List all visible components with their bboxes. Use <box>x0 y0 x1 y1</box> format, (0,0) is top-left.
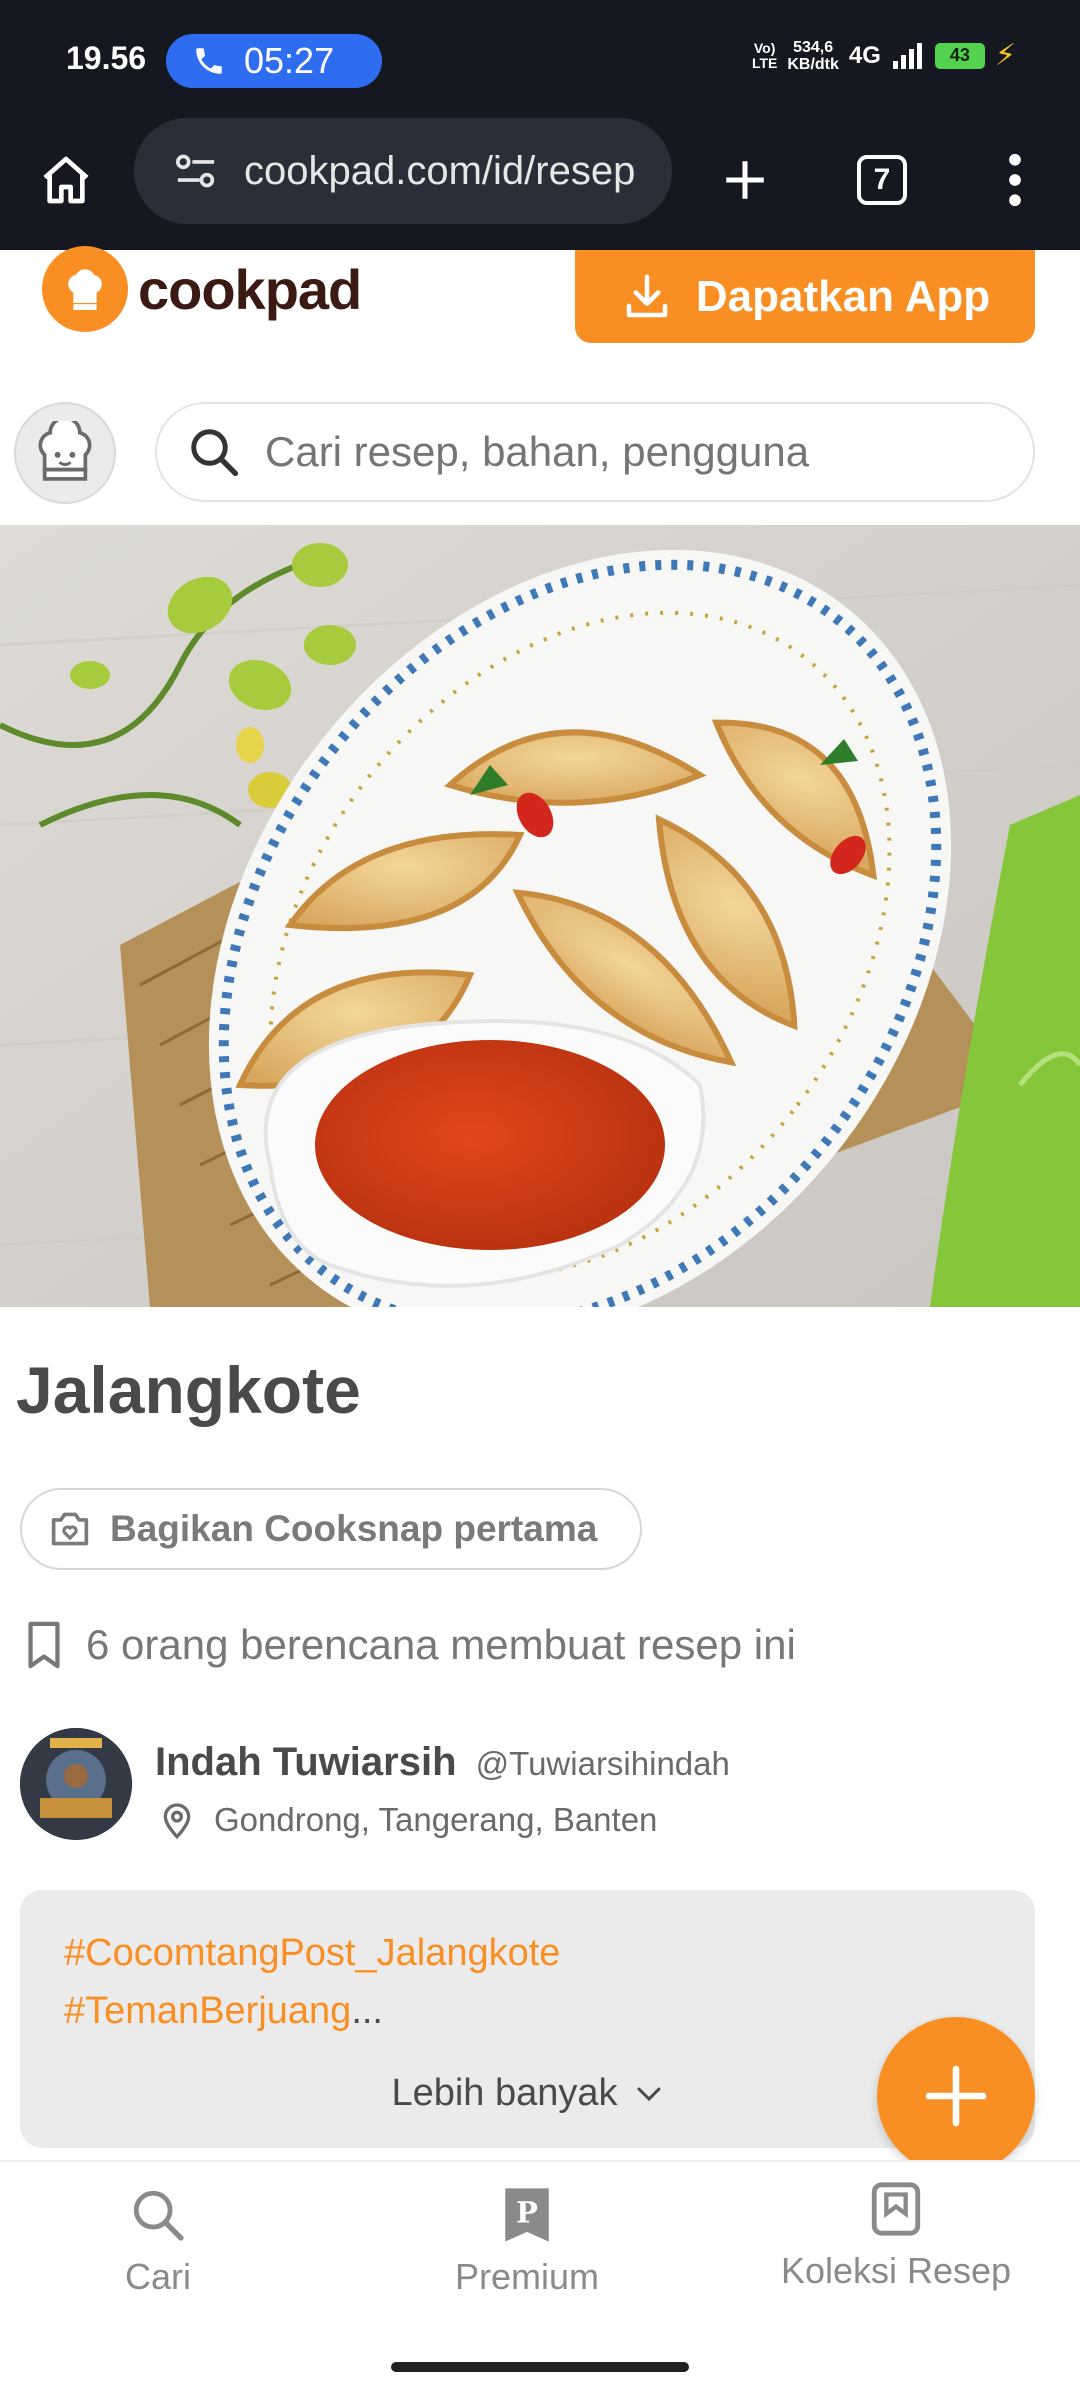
phone-icon <box>196 48 222 74</box>
collection-icon <box>871 2182 921 2236</box>
network-speed-value: 534,6 <box>793 38 834 56</box>
author-name-row[interactable]: Indah Tuwiarsih @Tuwiarsihindah <box>155 1740 730 1785</box>
tab-switcher-button[interactable]: 7 <box>840 140 924 220</box>
chef-hat-icon <box>42 246 128 332</box>
chef-avatar-icon <box>38 421 92 481</box>
ongoing-call-chip[interactable]: 05:27 <box>166 34 382 88</box>
browser-menu-button[interactable] <box>980 140 1050 220</box>
premium-icon: P <box>505 2188 549 2242</box>
get-app-button[interactable]: Dapatkan App <box>575 250 1035 343</box>
nav-item-premium[interactable]: P Premium <box>377 2186 677 2298</box>
charging-icon: ⚡ <box>994 39 1016 72</box>
show-more-label: Lebih banyak <box>391 2072 618 2114</box>
home-button[interactable] <box>30 140 102 220</box>
new-tab-button[interactable] <box>708 140 782 220</box>
status-bar: 19.56 05:27 Vo) LTE 534,6 KB/dtk 4G 43 ⚡ <box>0 0 1080 120</box>
nav-item-label: Koleksi Resep <box>780 2250 1012 2291</box>
brand-name: cookpad <box>138 257 362 321</box>
volte-indicator: Vo) LTE <box>751 39 778 71</box>
gesture-home-indicator[interactable] <box>391 2362 689 2372</box>
hashtag-link[interactable]: #TemanBerjuang <box>64 1990 351 2032</box>
cooksnap-camera-icon <box>51 1512 89 1546</box>
download-icon <box>626 274 668 317</box>
author-avatar[interactable] <box>20 1728 132 1840</box>
signal-icon <box>892 42 922 69</box>
get-app-label: Dapatkan App <box>695 271 991 321</box>
more-vert-icon <box>1009 153 1021 207</box>
tab-count: 7 <box>857 155 907 205</box>
recipe-photo[interactable] <box>0 525 1080 1307</box>
author-location-text: Gondrong, Tangerang, Banten <box>214 1801 658 1838</box>
search-placeholder: Cari resep, bahan, pengguna <box>265 428 810 475</box>
truncation-ellipsis: ... <box>351 1990 383 2032</box>
status-icons: Vo) LTE 534,6 KB/dtk 4G 43 ⚡ <box>752 38 1016 73</box>
cookpad-logo[interactable]: cookpad <box>42 246 362 332</box>
share-cooksnap-label: Bagikan Cooksnap pertama <box>110 1508 598 1549</box>
recipe-title: Jalangkote <box>16 1353 361 1427</box>
author-name: Indah Tuwiarsih <box>155 1740 457 1784</box>
plus-icon <box>925 2065 987 2127</box>
search-icon <box>133 2190 184 2241</box>
hashtag-link[interactable]: #CocomtangPost_Jalangkote <box>64 1932 560 1975</box>
plan-count: 6 orang berencana membuat resep ini <box>24 1620 796 1670</box>
network-speed-unit: KB/dtk <box>787 55 839 73</box>
plan-count-text: 6 orang berencana membuat resep ini <box>86 1621 796 1668</box>
svg-text:P: P <box>516 2195 538 2229</box>
bookmark-icon <box>28 1621 60 1669</box>
nav-item-label: Cari <box>124 2256 191 2297</box>
nav-item-collection[interactable]: Koleksi Resep <box>746 2180 1046 2292</box>
location-pin-icon <box>163 1803 191 1840</box>
user-avatar-button[interactable] <box>14 402 116 504</box>
chevron-down-icon <box>637 2087 661 2101</box>
author-location: Gondrong, Tangerang, Banten <box>160 1800 657 1840</box>
address-bar[interactable]: cookpad.com/id/resep <box>134 118 672 224</box>
nav-item-search[interactable]: Cari <box>8 2186 308 2298</box>
status-time: 19.56 <box>66 40 147 76</box>
nav-item-label: Premium <box>454 2256 600 2297</box>
url-text: cookpad.com/id/resep <box>244 148 636 193</box>
network-type: 4G <box>848 41 881 69</box>
bottom-navigation: Cari P Premium Koleksi Resep <box>0 2160 1080 2350</box>
network-speed: 534,6 KB/dtk <box>787 39 839 73</box>
hashtag-link-line: #TemanBerjuang... <box>64 1990 383 2033</box>
search-icon <box>191 429 239 477</box>
plus-icon <box>726 161 764 199</box>
search-input[interactable]: Cari resep, bahan, pengguna <box>155 402 1035 502</box>
home-icon <box>43 156 89 204</box>
site-settings-icon <box>176 154 215 188</box>
add-recipe-fab[interactable] <box>877 2017 1035 2175</box>
share-cooksnap-button[interactable]: Bagikan Cooksnap pertama <box>20 1488 642 1570</box>
battery-level: 43 <box>934 42 985 69</box>
author-handle: @Tuwiarsihindah <box>475 1745 730 1782</box>
call-duration: 05:27 <box>244 40 335 81</box>
